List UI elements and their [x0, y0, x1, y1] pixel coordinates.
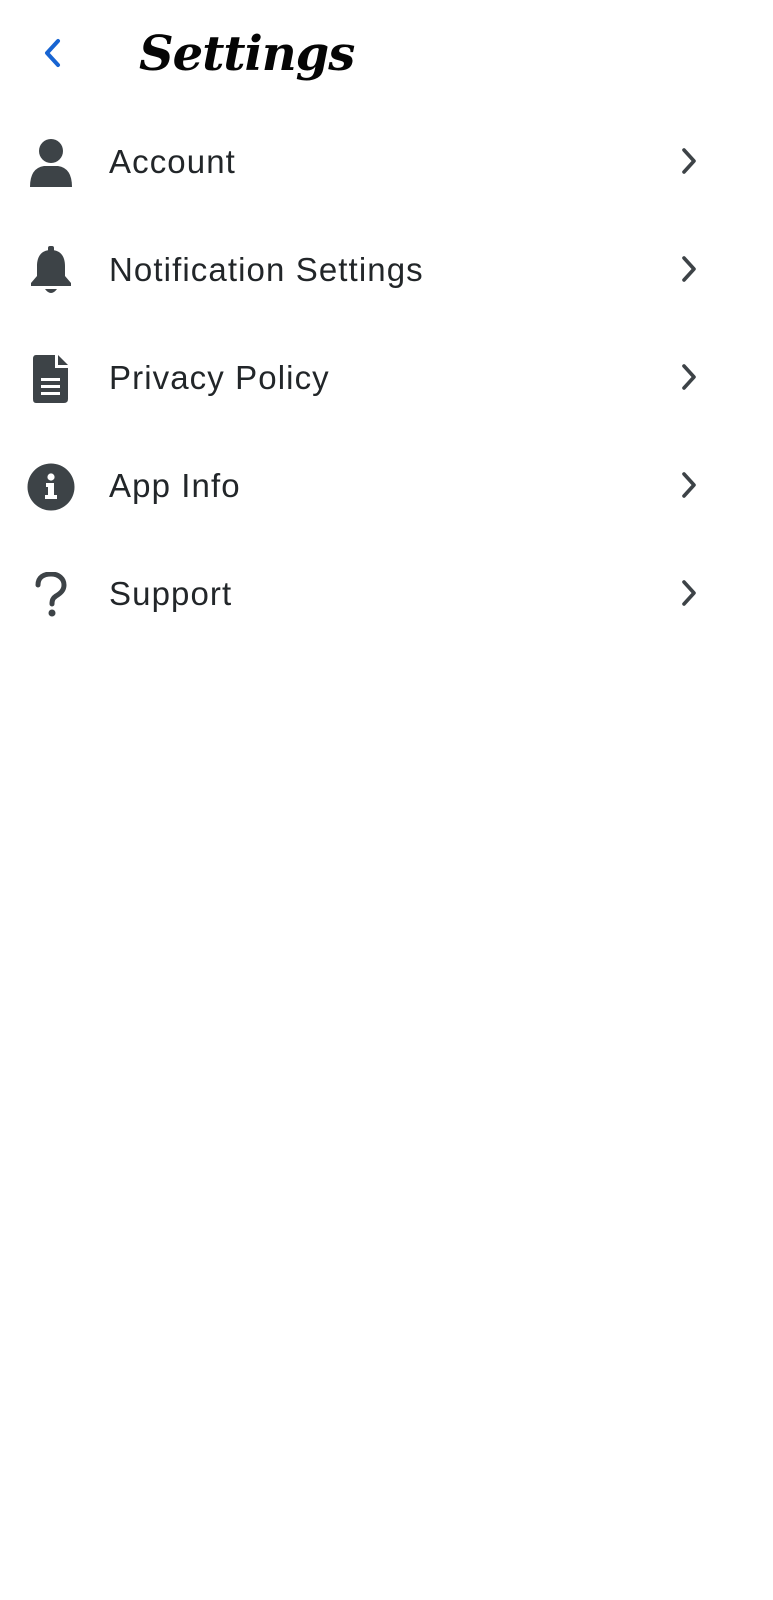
chevron-right-icon	[674, 470, 704, 500]
bell-icon	[24, 244, 78, 298]
document-icon	[24, 352, 78, 406]
question-icon	[24, 568, 78, 622]
settings-item-label: Privacy Policy	[109, 359, 330, 396]
settings-item-privacy-policy[interactable]: Privacy Policy	[0, 324, 773, 432]
settings-item-label: Support	[109, 575, 233, 612]
settings-item-account[interactable]: Account	[0, 108, 773, 216]
settings-item-label: App Info	[109, 467, 241, 504]
settings-item-support[interactable]: Support	[0, 540, 773, 648]
settings-list: Account Notification Settings Privacy Po…	[0, 108, 773, 648]
app-bar: Settings	[0, 0, 773, 106]
info-icon	[24, 460, 78, 514]
chevron-right-icon	[674, 146, 704, 176]
chevron-right-icon	[674, 362, 704, 392]
settings-item-app-info[interactable]: App Info	[0, 432, 773, 540]
chevron-left-icon	[45, 39, 60, 67]
chevron-right-icon	[674, 254, 704, 284]
chevron-right-icon	[674, 578, 704, 608]
person-icon	[24, 136, 78, 190]
back-button[interactable]	[30, 30, 76, 76]
settings-item-label: Notification Settings	[109, 251, 424, 288]
settings-item-label: Account	[109, 143, 236, 180]
page-title: Settings	[139, 26, 355, 82]
settings-item-notification-settings[interactable]: Notification Settings	[0, 216, 773, 324]
